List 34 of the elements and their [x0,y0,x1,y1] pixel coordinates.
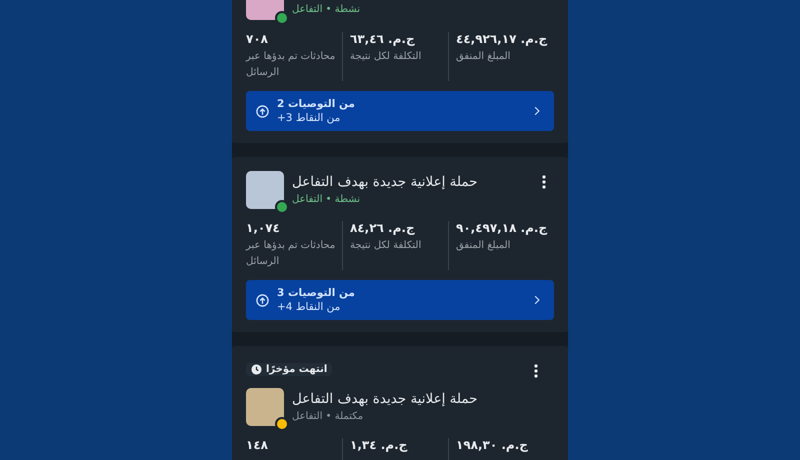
recommendations-banner[interactable]: 2 من التوصيات +3 من النقاط [246,91,554,131]
recommendations-count: 2 من التوصيات [277,98,356,110]
recommendations-banner[interactable]: 3 من التوصيات +4 من النقاط [246,280,554,320]
metric-label: المبلغ المنفق [456,239,512,253]
chevron-right-icon [534,295,540,305]
recommendations-points: +3 من النقاط [277,112,342,124]
chevron-right-icon [534,106,540,116]
metric-label: التكلفة لكل نتيجة [350,50,422,64]
metric-label: التكلفة لكل نتيجة [350,239,422,253]
arrow-up-circle-icon [256,294,269,306]
campaign-title[interactable]: حملة إعلانية جديدة بهدف التفاعل [292,391,554,407]
metric-label: محادثات تم بدؤها عبر الرسائل [246,50,336,80]
recommendations-points: +4 من النقاط [277,301,342,313]
metric-value: ج.م. ٨٤,٢٦ [350,221,416,235]
arrow-up-circle-icon [256,104,269,118]
ended-recently-chip: انتهت مؤخرًا [246,362,332,376]
campaign-status: نشطة • التفاعل [292,194,362,205]
clock-icon [251,364,262,374]
metric-label: المبلغ المنفق [456,50,512,64]
more-options-icon[interactable] [542,175,546,189]
recommendations-count: 3 من التوصيات [277,287,356,299]
campaign-status: مكتملة • التفاعل [292,411,364,422]
more-options-icon[interactable] [534,364,538,378]
campaign-status: نشطة • التفاعل [292,4,362,15]
metric-value: ١٤٨ [246,438,269,452]
metric-value: ج.م. ٤٤,٩٢٦,١٧ [456,32,548,46]
metric-value: ج.م. ١٩٨,٣٠ [456,438,529,452]
metric-label: محادثات تم بدؤها عبر الرسائل [246,239,336,269]
metric-value: ج.م. ٦٣,٤٦ [350,32,416,46]
metric-value: ج.م. ٩٠,٤٩٧,١٨ [456,221,548,235]
metric-value: ج.م. ١,٣٤ [350,438,408,452]
metric-value: ٧٠٨ [246,32,269,46]
metric-value: ١,٠٧٤ [246,221,281,235]
campaign-title[interactable]: حملة إعلانية جديدة بهدف التفاعل [292,174,534,190]
